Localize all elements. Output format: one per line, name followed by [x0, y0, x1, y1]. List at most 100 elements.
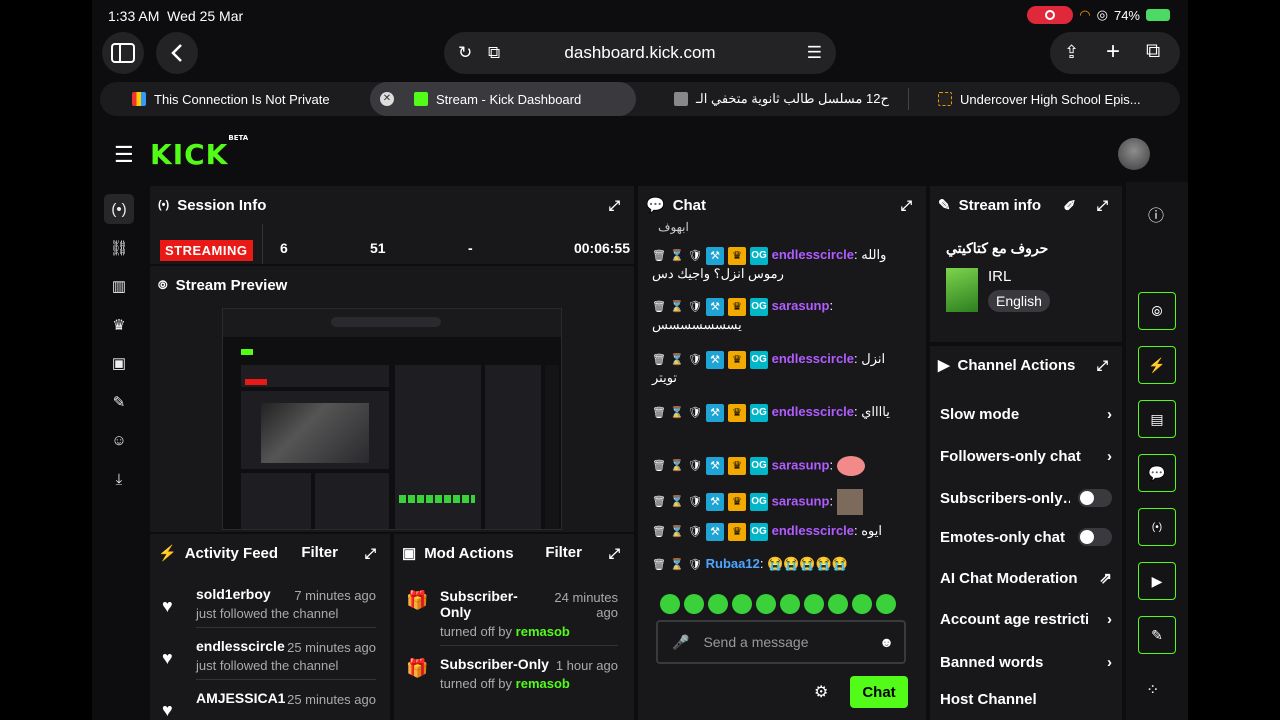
- ipad-screen: 1:33 AM Wed 25 Mar ◠ ◎ 74% ↻ ⧉ dashboard…: [92, 0, 1188, 720]
- browser-actions-group: ⇪ + ⧉: [1050, 32, 1180, 74]
- action-slow-mode[interactable]: Slow mode ›: [940, 406, 1112, 423]
- chat-username[interactable]: endlesscircle: [772, 523, 854, 538]
- activity-filter-button[interactable]: Filter: [301, 544, 338, 561]
- chat-username[interactable]: sarasunp: [772, 493, 830, 508]
- more-dots-icon[interactable]: ⁘: [1146, 680, 1159, 700]
- action-host-channel[interactable]: Host Channel: [940, 691, 1112, 708]
- mod-filter-button[interactable]: Filter: [545, 544, 582, 561]
- emote-icon[interactable]: [684, 594, 704, 614]
- chat-username[interactable]: endlesscircle: [772, 351, 854, 366]
- timeout-icon[interactable]: ⌛: [670, 406, 684, 420]
- nav-link-icon[interactable]: ⛓: [104, 233, 134, 263]
- hamburger-menu-icon[interactable]: ☰: [114, 142, 134, 168]
- back-arrow-icon[interactable]: [156, 32, 198, 74]
- emote-icon[interactable]: [756, 594, 776, 614]
- action-ai-moderation[interactable]: AI Chat Moderation ⇗: [940, 569, 1112, 588]
- chat-username[interactable]: Rubaa12: [706, 556, 760, 571]
- quick-activity-button[interactable]: ⚡: [1138, 346, 1176, 384]
- timeout-icon[interactable]: ⌛: [670, 353, 684, 367]
- kick-logo[interactable]: KICKBETA: [150, 134, 248, 171]
- expand-icon[interactable]: ⤢: [609, 545, 620, 562]
- user-avatar[interactable]: [1118, 138, 1150, 170]
- expand-icon[interactable]: ⤢: [609, 197, 620, 214]
- category-name[interactable]: IRL: [988, 268, 1011, 285]
- share-icon[interactable]: ⇪: [1064, 42, 1079, 63]
- timeout-icon[interactable]: ⌛: [670, 525, 684, 539]
- reload-icon[interactable]: ↻: [458, 43, 472, 63]
- timeout-icon[interactable]: ⌛: [670, 249, 684, 263]
- delete-icon[interactable]: 🗑: [652, 558, 666, 572]
- emote-icon[interactable]: [852, 594, 872, 614]
- emote-icon[interactable]: [780, 594, 800, 614]
- chat-username[interactable]: endlesscircle: [772, 247, 854, 262]
- expand-icon[interactable]: ⤢: [1097, 197, 1108, 214]
- chat-username[interactable]: endlesscircle: [772, 404, 854, 419]
- mod-username[interactable]: remasob: [516, 624, 570, 639]
- emotes-only-toggle[interactable]: [1078, 528, 1112, 546]
- action-account-age[interactable]: Account age restrictio ›: [940, 611, 1112, 628]
- edit-pencil-icon[interactable]: ✐: [1063, 197, 1076, 215]
- sidebar-toggle-icon[interactable]: [102, 32, 144, 74]
- timeout-icon[interactable]: ⌛: [670, 300, 684, 314]
- emote-icon[interactable]: [804, 594, 824, 614]
- microphone-icon[interactable]: 🎤: [672, 634, 689, 651]
- delete-icon[interactable]: 🗑: [652, 406, 666, 420]
- mod-tools: 🗑 ⌛ 🛡 ⚒ ♛ OG: [652, 246, 768, 265]
- quick-video-button[interactable]: ▶: [1138, 562, 1176, 600]
- close-tab-icon[interactable]: ✕: [380, 92, 394, 106]
- expand-icon[interactable]: ⤢: [1097, 357, 1108, 374]
- timeout-icon[interactable]: ⌛: [670, 495, 684, 509]
- delete-icon[interactable]: 🗑: [652, 495, 666, 509]
- action-followers-only[interactable]: Followers-only chat ›: [940, 448, 1112, 465]
- tab-not-private[interactable]: This Connection Is Not Private: [132, 82, 362, 116]
- tab-kick-dashboard[interactable]: ✕ Stream - Kick Dashboard: [370, 82, 636, 116]
- address-bar[interactable]: ↻ ⧉ dashboard.kick.com ☰: [444, 32, 836, 74]
- emoji-icon[interactable]: ☻: [879, 634, 894, 650]
- nav-video-icon[interactable]: ▣: [104, 348, 134, 378]
- chat-settings-gear-icon[interactable]: ⚙: [814, 682, 828, 702]
- quick-notes-button[interactable]: ▤: [1138, 400, 1176, 438]
- nav-analytics-icon[interactable]: ▥: [104, 271, 134, 301]
- site-settings-icon[interactable]: ⧉: [488, 43, 500, 63]
- new-tab-icon[interactable]: +: [1106, 38, 1120, 66]
- action-banned-words[interactable]: Banned words ›: [940, 654, 1112, 671]
- chat-send-button[interactable]: Chat: [850, 676, 908, 708]
- chat-message: 🗑 ⌛ 🛡 ⚒ ♛ OG sarasunp:: [652, 489, 904, 515]
- chat-username[interactable]: sarasunp: [772, 298, 830, 313]
- stream-preview-video[interactable]: [222, 308, 562, 530]
- emote-icon[interactable]: [828, 594, 848, 614]
- mod-action-item: 🎁 Subscriber-Only 1 hour ago turned off …: [406, 656, 618, 691]
- nav-users-icon[interactable]: ☺: [104, 426, 134, 456]
- delete-icon[interactable]: 🗑: [652, 249, 666, 263]
- chat-input[interactable]: 🎤 Send a message ☻: [656, 620, 906, 664]
- emote-icon[interactable]: [876, 594, 896, 614]
- delete-icon[interactable]: 🗑: [652, 353, 666, 367]
- quick-chat-button[interactable]: 💬: [1138, 454, 1176, 492]
- mod-username[interactable]: remasob: [516, 676, 570, 691]
- nav-download-icon[interactable]: ⤓: [104, 464, 134, 494]
- tab-undercover[interactable]: Undercover High School Epis...: [938, 82, 1168, 116]
- tab-overview-icon[interactable]: ⧉: [1146, 40, 1160, 63]
- delete-icon[interactable]: 🗑: [652, 459, 666, 473]
- emote-icon[interactable]: [660, 594, 680, 614]
- nav-stream-icon[interactable]: (•): [104, 194, 134, 224]
- delete-icon[interactable]: 🗑: [652, 525, 666, 539]
- emote-icon[interactable]: [708, 594, 728, 614]
- nav-wrench-icon[interactable]: ✎: [104, 387, 134, 417]
- info-icon[interactable]: ⓘ: [1148, 202, 1164, 226]
- emote-icon[interactable]: [732, 594, 752, 614]
- timeout-icon[interactable]: ⌛: [670, 459, 684, 473]
- quick-broadcast-button[interactable]: (•): [1138, 508, 1176, 546]
- quick-wrench-button[interactable]: ✎: [1138, 616, 1176, 654]
- divider: [262, 224, 263, 264]
- expand-icon[interactable]: ⤢: [365, 545, 376, 562]
- delete-icon[interactable]: 🗑: [652, 300, 666, 314]
- reader-icon[interactable]: ☰: [807, 43, 822, 63]
- timeout-icon[interactable]: ⌛: [670, 558, 684, 572]
- nav-trophy-icon[interactable]: ♛: [104, 310, 134, 340]
- quick-preview-button[interactable]: ⦾: [1138, 292, 1176, 330]
- expand-icon[interactable]: ⤢: [901, 197, 912, 214]
- tab-arabic-series[interactable]: ح12 مسلسل طالب ثانوية متخفي الـ: [674, 82, 904, 116]
- chat-username[interactable]: sarasunp: [772, 457, 830, 472]
- subscribers-only-toggle[interactable]: [1078, 489, 1112, 507]
